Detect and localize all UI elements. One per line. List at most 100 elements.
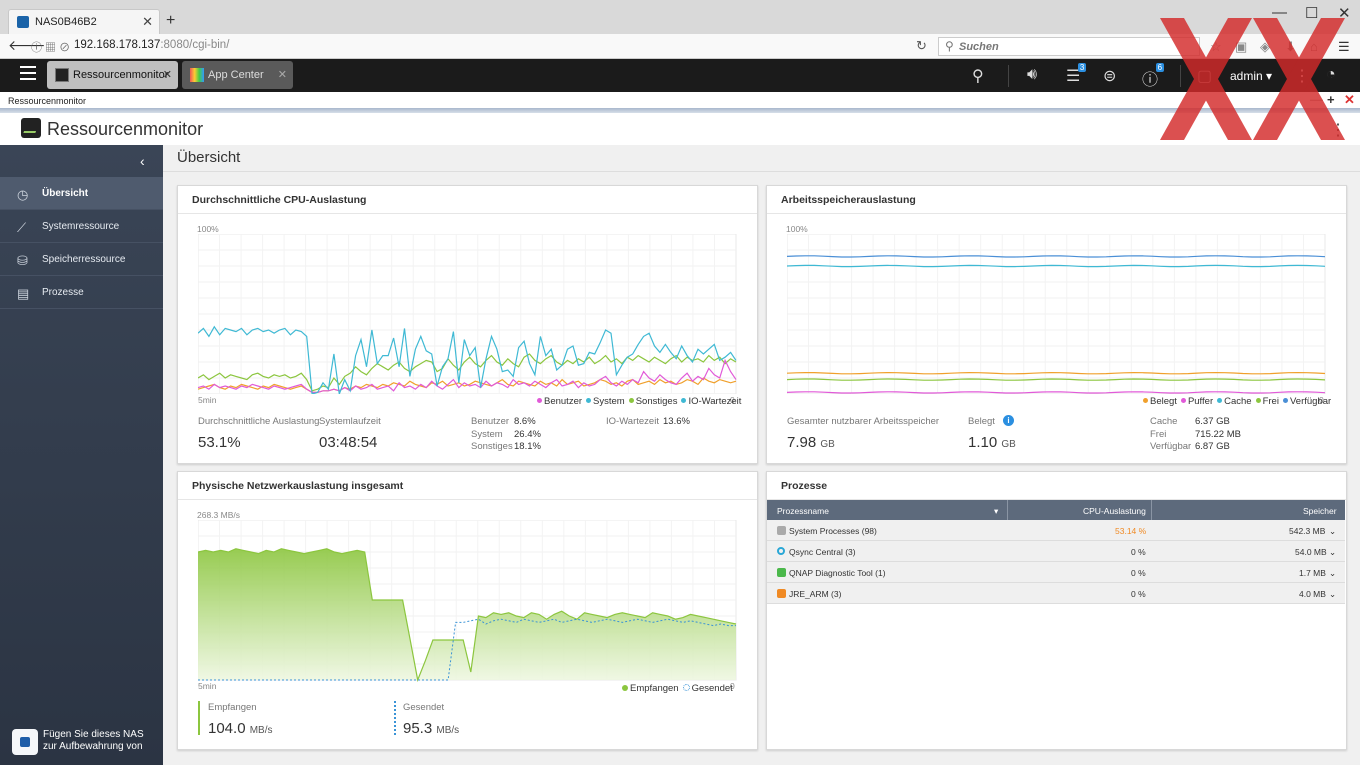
window-maximize-icon[interactable]: +	[1327, 92, 1335, 107]
new-tab-icon[interactable]: +	[166, 12, 175, 30]
expand-icon[interactable]: ⌄	[1329, 526, 1336, 537]
mem-used-value: 1.10	[968, 434, 998, 451]
mem-total-unit: GB	[820, 439, 835, 450]
user-avatar-icon[interactable]: ▢	[1197, 66, 1212, 86]
sort-desc-icon[interactable]: ▾	[994, 506, 998, 517]
legend-dot	[1180, 398, 1186, 404]
process-mem: 54.0 MB	[1295, 547, 1327, 557]
system-process-icon	[777, 526, 786, 535]
volume-icon[interactable]: 🔊︎	[1027, 66, 1037, 84]
qts-tab-app-center[interactable]: App Center ✕	[182, 61, 293, 89]
divider	[1180, 65, 1181, 87]
process-table: Prozessname ▾ CPU-Auslastung Speicher Sy…	[767, 500, 1345, 604]
url-field[interactable]: 192.168.178.137:8080/cgi-bin/	[74, 39, 229, 51]
app-more-icon[interactable]: ⋮	[1330, 120, 1346, 140]
sidebar-item-systemressource[interactable]: ⟋ Systemressource	[0, 210, 163, 243]
search-field[interactable]: ⚲ Suchen	[938, 37, 1200, 56]
sidebar-item-label: Übersicht	[42, 188, 89, 199]
uptime-value: 03:48:54	[319, 434, 378, 451]
legend-cache: Cache	[1224, 396, 1252, 407]
system-value: 26.4%	[514, 429, 541, 440]
external-device-icon[interactable]: ⊜	[1103, 66, 1116, 86]
reload-icon[interactable]: ↻	[916, 38, 927, 54]
legend-dot	[1217, 398, 1223, 404]
cpu-panel-title: Durchschnittliche CPU-Auslastung	[192, 194, 367, 206]
qts-taskbar: Ressourcenmonitor ✕ App Center ✕ ⚲ 🔊︎ ☰ 3…	[0, 59, 1360, 92]
list-icon: ▤	[17, 286, 30, 301]
legend-benutzer: Benutzer	[544, 396, 583, 407]
info-icon[interactable]: i	[1003, 415, 1014, 426]
table-row[interactable]: Qsync Central (3) 0 % 54.0 MB ⌄	[767, 541, 1345, 562]
cpu-x-min-label: 5min	[198, 395, 217, 405]
expand-icon[interactable]: ⌄	[1329, 568, 1336, 579]
collapse-sidebar-icon[interactable]: ‹	[140, 153, 145, 169]
download-icon[interactable]: ⬇	[1285, 39, 1296, 55]
close-window-icon[interactable]: ✕	[1338, 4, 1351, 22]
memory-panel-title: Arbeitsspeicherauslastung	[781, 194, 916, 206]
search-placeholder: Suchen	[959, 41, 999, 53]
cpu-panel: Durchschnittliche CPU-Auslastung 100% 5m…	[177, 185, 758, 464]
window-close-icon[interactable]: ✕	[1344, 92, 1355, 108]
user-label: Benutzer	[471, 416, 510, 427]
table-row[interactable]: System Processes (98) 53.14 % 542.3 MB ⌄	[767, 520, 1345, 541]
site-info-icon[interactable]: ⓘ ▦ ⊘	[31, 39, 70, 55]
qts-tab-label: App Center	[208, 69, 264, 81]
mem-used-unit: GB	[1001, 439, 1016, 450]
tx: 95.3 MB/s	[403, 720, 459, 737]
table-row[interactable]: JRE_ARM (3) 0 % 4.0 MB ⌄	[767, 583, 1345, 604]
network-legend: Empfangen Gesendet	[618, 683, 733, 694]
qts-tab-ressourcenmonitor[interactable]: Ressourcenmonitor ✕	[47, 61, 178, 89]
browser-menu-icon[interactable]: ☰	[1338, 39, 1350, 55]
page-title: Übersicht	[177, 149, 241, 166]
minimize-icon[interactable]: —	[1272, 4, 1287, 21]
legend-dot	[681, 398, 687, 404]
expand-icon[interactable]: ⌄	[1329, 589, 1336, 600]
process-name: Qsync Central (3)	[789, 547, 856, 557]
bookmark-star-icon[interactable]: ☆	[1210, 39, 1222, 55]
app-center-icon	[190, 68, 204, 82]
sidebar-item-uebersicht[interactable]: ◷ Übersicht	[0, 177, 163, 210]
sidebar-item-speicherressource[interactable]: ⛁ Speicherressource	[0, 243, 163, 276]
legend-sonstiges: Sonstiges	[635, 396, 678, 407]
rx-unit: MB/s	[249, 725, 273, 736]
mem-avail-value: 6.87 GB	[1195, 441, 1230, 452]
col-memory[interactable]: Speicher	[1303, 506, 1337, 516]
user-menu[interactable]: admin ▾	[1230, 69, 1272, 83]
mem-series-free	[787, 378, 1326, 381]
tx-label: Gesendet	[403, 702, 445, 713]
main-menu-icon[interactable]	[20, 66, 36, 80]
cpu-y-max-label: 100%	[197, 224, 219, 234]
table-row[interactable]: QNAP Diagnostic Tool (1) 0 % 1.7 MB ⌄	[767, 562, 1345, 583]
search-icon[interactable]: ⚲	[972, 66, 984, 86]
notification-icon[interactable]: ⓘ 6	[1142, 63, 1165, 90]
col-process-name[interactable]: Prozessname	[777, 506, 829, 516]
pocket-icon[interactable]: ◈	[1260, 39, 1270, 55]
expand-icon[interactable]: ⌄	[1329, 547, 1336, 558]
add-nas-prompt[interactable]: Fügen Sie dieses NAS zur Aufbewahrung vo…	[10, 727, 155, 757]
dashboard-gauge-icon[interactable]: ◔	[1326, 66, 1336, 84]
legend-io-wartezeit: IO-Wartezeit	[688, 396, 742, 407]
mem-series-avail	[787, 255, 1326, 258]
legend-dot	[682, 684, 690, 692]
memory-panel: Arbeitsspeicherauslastung 100% 0 Belegt P…	[766, 185, 1347, 464]
legend-dot	[1255, 398, 1261, 404]
rx-value: 104.0	[208, 720, 246, 737]
maximize-icon[interactable]: ☐	[1305, 4, 1318, 22]
legend-dot	[537, 398, 542, 404]
close-icon[interactable]: ✕	[163, 68, 172, 81]
browser-tab[interactable]: NAS0B46B2 ✕	[8, 9, 160, 34]
more-options-icon[interactable]: ⋮	[1294, 66, 1310, 86]
sidebar-item-prozesse[interactable]: ▤ Prozesse	[0, 276, 163, 309]
background-tasks-icon[interactable]: ☰ 3	[1066, 63, 1087, 86]
cpu-avg-label: Durchschnittliche Auslastung	[198, 416, 320, 427]
library-icon[interactable]: ▣	[1235, 39, 1247, 55]
rx-marker	[198, 701, 200, 735]
uptime-label: Systemlaufzeit	[319, 416, 381, 427]
mem-total-label: Gesamter nutzbarer Arbeitsspeicher	[787, 416, 940, 427]
home-icon[interactable]: ⌂	[1310, 39, 1318, 54]
io-value: 13.6%	[663, 416, 690, 427]
col-cpu[interactable]: CPU-Auslastung	[1083, 506, 1146, 516]
close-tab-icon[interactable]: ✕	[142, 14, 153, 30]
close-icon[interactable]: ✕	[278, 68, 287, 81]
window-minimize-icon[interactable]: —	[1310, 92, 1323, 107]
